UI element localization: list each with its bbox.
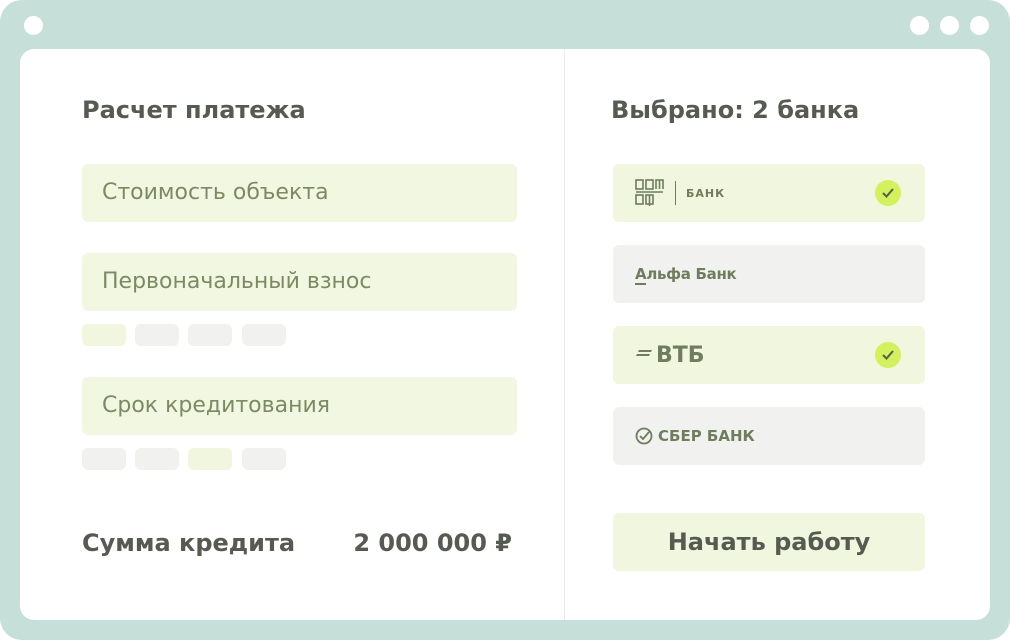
selected-check-icon: [875, 180, 901, 206]
domrf-logo-icon: [635, 179, 664, 206]
window-dot-icon: [24, 16, 43, 35]
panel-divider: [564, 49, 565, 620]
bank-card-alfa[interactable]: Альфа Банк: [613, 245, 925, 303]
logo-separator: [675, 181, 676, 205]
sber-logo-text: СБЕР БАНК: [658, 427, 755, 445]
domrf-logo: БАНК: [635, 164, 725, 222]
down-payment-chip[interactable]: [188, 324, 232, 346]
window-dot-icon: [910, 16, 929, 35]
alfa-logo-text: Альфа Банк: [635, 265, 737, 285]
loan-term-chip[interactable]: [188, 448, 232, 470]
app-window: Расчет платежа Стоимость объекта Первона…: [20, 49, 990, 620]
window-frame: Расчет платежа Стоимость объекта Первона…: [0, 0, 1010, 640]
loan-term-chip[interactable]: [82, 448, 126, 470]
loan-amount-label: Сумма кредита: [82, 529, 296, 557]
loan-term-field[interactable]: Срок кредитования: [82, 377, 517, 435]
selected-check-icon: [875, 342, 901, 368]
sber-check-icon: [635, 427, 653, 445]
vtb-logo-text: ВТБ: [656, 342, 705, 368]
start-work-button[interactable]: Начать работу: [613, 513, 925, 571]
down-payment-chip[interactable]: [135, 324, 179, 346]
loan-term-chip[interactable]: [242, 448, 286, 470]
alfa-logo-initial: А: [635, 265, 647, 285]
window-dot-icon: [970, 16, 989, 35]
vtb-stripes-icon: [636, 350, 652, 356]
vtb-logo: ВТБ: [635, 326, 705, 384]
down-payment-chip[interactable]: [242, 324, 286, 346]
loan-term-chip[interactable]: [135, 448, 179, 470]
bank-card-sber[interactable]: СБЕР БАНК: [613, 407, 925, 465]
bank-card-vtb[interactable]: ВТБ: [613, 326, 925, 384]
loan-amount-value: 2 000 000 ₽: [353, 529, 512, 557]
alfa-logo: Альфа Банк: [635, 245, 737, 303]
down-payment-chip[interactable]: [82, 324, 126, 346]
selected-banks-title: Выбрано: 2 банка: [611, 96, 860, 124]
sber-logo: СБЕР БАНК: [635, 407, 755, 465]
window-dot-icon: [940, 16, 959, 35]
bank-card-domrf[interactable]: БАНК: [613, 164, 925, 222]
payment-calc-title: Расчет платежа: [82, 96, 306, 124]
down-payment-field[interactable]: Первоначальный взнос: [82, 253, 517, 311]
domrf-sublabel: БАНК: [686, 186, 726, 200]
property-cost-field[interactable]: Стоимость объекта: [82, 164, 517, 222]
